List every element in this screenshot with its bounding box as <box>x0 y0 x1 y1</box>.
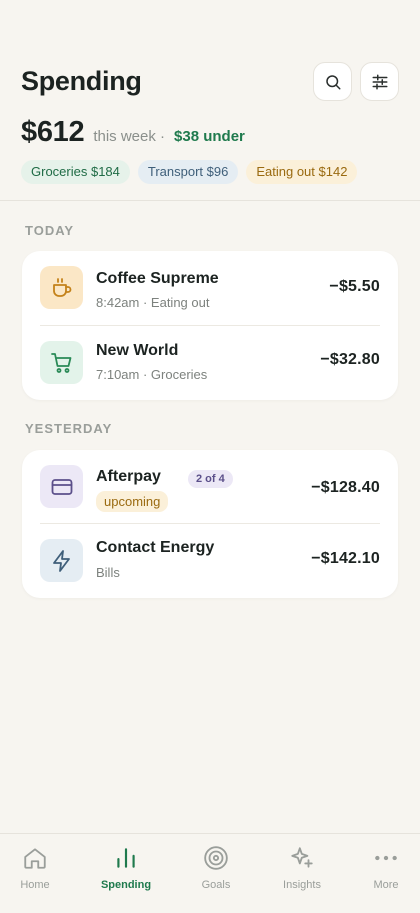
search-icon <box>325 74 340 89</box>
tab-label: More <box>373 879 399 891</box>
sliders-icon <box>372 74 387 89</box>
transaction-meta: Bills <box>96 565 120 580</box>
section-label-yesterday: YESTERDAY <box>25 421 113 436</box>
energy-icon-box <box>40 539 83 582</box>
transaction-row[interactable]: New World 7:10am · Groceries −$32.80 <box>40 326 380 400</box>
bar-chart-icon <box>117 848 135 868</box>
tab-home[interactable]: Home <box>0 844 77 891</box>
cart-icon-box <box>40 341 83 384</box>
installment-badge: 2 of 4 <box>188 470 233 488</box>
bottom-tab-bar: Home Spending Goals Insights More <box>0 833 420 913</box>
coffee-icon-box <box>40 266 83 309</box>
merchant-name: New World <box>96 342 179 359</box>
home-icon <box>24 848 46 869</box>
transaction-meta: 7:10am · Groceries <box>96 367 208 382</box>
tab-spending[interactable]: Spending <box>84 844 168 891</box>
merchant-name: Contact Energy <box>96 539 215 556</box>
tab-insights[interactable]: Insights <box>260 844 344 891</box>
transaction-row[interactable]: Coffee Supreme 8:42am · Eating out −$5.5… <box>40 251 380 325</box>
credit-card-icon <box>51 478 72 495</box>
category-chips: Groceries $184 Transport $96 Eating out … <box>21 160 358 184</box>
period-label: this week · <box>93 128 166 145</box>
tab-label: Home <box>20 879 50 891</box>
today-card: Coffee Supreme 8:42am · Eating out −$5.5… <box>22 251 398 400</box>
transaction-row[interactable]: Contact Energy Bills −$142.10 <box>40 524 380 598</box>
tab-goals[interactable]: Goals <box>174 844 258 891</box>
page-title: Spending <box>21 66 142 96</box>
transaction-amount: −$142.10 <box>311 550 380 567</box>
transaction-row[interactable]: Afterpay 2 of 4 upcoming −$128.40 <box>40 450 380 524</box>
spending-summary: $612 this week · $38 under <box>21 116 245 149</box>
coffee-cup-icon <box>52 277 71 297</box>
merchant-name: Afterpay <box>96 468 161 485</box>
sparkle-icon <box>291 847 313 868</box>
status-badge: upcoming <box>96 491 169 512</box>
tab-more[interactable]: More <box>344 844 420 891</box>
lightning-icon <box>52 549 70 572</box>
chip-groceries[interactable]: Groceries $184 <box>21 160 130 184</box>
tab-label: Goals <box>201 879 231 891</box>
section-label-today: TODAY <box>25 223 75 238</box>
filter-button[interactable] <box>360 62 399 101</box>
tab-label: Spending <box>100 879 152 891</box>
summary-divider <box>0 200 420 201</box>
card-icon-box <box>40 465 83 508</box>
transaction-amount: −$32.80 <box>320 351 380 368</box>
transaction-amount: −$128.40 <box>311 479 380 496</box>
target-icon <box>204 846 228 870</box>
transaction-amount: −$5.50 <box>329 278 380 295</box>
search-button[interactable] <box>313 62 352 101</box>
total-amount: $612 <box>21 116 85 148</box>
chip-eating-out[interactable]: Eating out $142 <box>246 160 358 184</box>
tab-label: Insights <box>283 879 321 891</box>
shopping-cart-icon <box>50 352 71 373</box>
transaction-meta: 8:42am · Eating out <box>96 295 210 310</box>
more-dots-icon <box>375 855 397 861</box>
yesterday-card: Afterpay 2 of 4 upcoming −$128.40 Contac… <box>22 450 398 598</box>
budget-status: $38 under <box>174 128 245 145</box>
merchant-name: Coffee Supreme <box>96 270 219 287</box>
chip-transport[interactable]: Transport $96 <box>137 160 239 184</box>
